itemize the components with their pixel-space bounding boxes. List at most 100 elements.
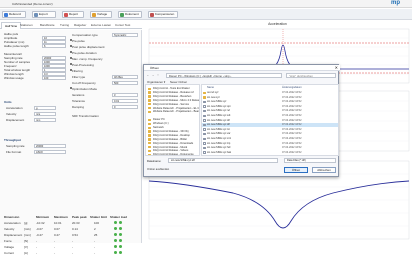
nav-item[interactable]: DAQ-Control - Tests Ext-Shaker — [148, 87, 190, 90]
option-checkbox[interactable] — [70, 45, 72, 48]
option-input[interactable]: 0.01 — [112, 98, 138, 103]
option-checkbox[interactable] — [70, 51, 72, 54]
file-row[interactable]: sin.new.SINE.xyz.bak 07.04.2022 16:52 — [202, 150, 338, 155]
nav-item[interactable]: DAQ-Control Release - Bilder — [148, 138, 187, 141]
forward-icon[interactable]: → — [151, 73, 155, 78]
tab-3[interactable]: Tuning — [57, 22, 72, 29]
nav-item[interactable]: Windows (C:) — [148, 122, 169, 125]
limits-row-max: - — [54, 239, 55, 243]
file-row[interactable]: sin.new.SINE.xyz.xml 07.04.2022 16:52 — [202, 137, 338, 141]
open-button[interactable]: Öffnen — [284, 167, 308, 173]
param-input[interactable]: 6 — [42, 43, 66, 48]
file-row[interactable]: sin.new.SINE.xyz.opt 07.04.2022 16:52 — [202, 105, 338, 109]
option-checkbox[interactable] — [70, 39, 72, 42]
file-row[interactable]: sin.new.SINE.xyz.sdt 07.04.2022 16:52 — [202, 114, 338, 118]
toolbar-button-4[interactable]: Dokument — [118, 11, 142, 18]
file-row[interactable]: sin.new.SINE.xyz.var 07.04.2022 16:52 — [202, 132, 338, 136]
nav-item[interactable]: DAQ-Control Release - Videos — [148, 149, 188, 152]
option-checkbox[interactable] — [70, 63, 72, 66]
throughput-input[interactable]: 20000 — [34, 143, 66, 148]
displacement-curve — [148, 180, 410, 229]
nav-item[interactable]: DAQ-Control Release - Downloads — [148, 142, 193, 145]
nav-item[interactable]: DAQ-Control Release - Bestehen — [148, 95, 191, 98]
toolbar-button-label: Referenz — [9, 12, 22, 16]
folder-icon — [203, 91, 206, 95]
column-name-header[interactable]: Name — [207, 86, 214, 89]
nav-item[interactable]: DAQ-Control Release - Dokumente — [148, 153, 194, 155]
file-list[interactable]: Name Änderungsdatum out.ref.xyz 07.04.202… — [201, 84, 339, 156]
toolbar-button-2[interactable]: Report — [62, 11, 84, 18]
unit-select[interactable]: mm — [34, 117, 56, 122]
file-name: sin.new.SINE.xyz.tdf — [207, 118, 230, 122]
limits-row-pp: - — [72, 245, 73, 249]
parameter-panel: Halbe puls Amplitude 10 Pulsdauer (ms) 11 Hal… — [0, 30, 142, 255]
option-checkbox[interactable] — [70, 69, 72, 72]
file-name: sin.new.SINE.xyz.xml — [207, 137, 231, 140]
file-row[interactable]: sin.new.SINE.xyz.tdf 07.04.2022 16:52 — [202, 123, 338, 127]
title-bar: CAM Extended (Demo-Lizenz) mp — [0, 0, 412, 8]
option-input[interactable]: Symmetric — [112, 32, 138, 37]
nav-item[interactable]: DAQ-Control Release - Desktop — [148, 134, 190, 137]
file-date: 07.04.2022 16:52 — [282, 150, 302, 154]
tab-6[interactable]: Cursor Test — [112, 22, 133, 29]
option-checkbox[interactable] — [70, 87, 72, 90]
unit-select[interactable]: g — [34, 105, 56, 110]
close-icon[interactable]: ✕ — [335, 65, 338, 71]
search-input[interactable]: "sinp" durchsuchen — [286, 73, 336, 78]
column-date-header[interactable]: Änderungsdatum — [282, 86, 302, 89]
tab-2[interactable]: Bandbreite — [37, 22, 58, 29]
option-label: Compensation type — [72, 33, 98, 37]
file-row[interactable]: out.ref.xyz 07.04.2022 16:52 — [202, 91, 338, 95]
toolbar-button-1[interactable]: Export — [32, 11, 56, 18]
option-label: Max. comp. Frequency — [72, 57, 103, 61]
address-bar[interactable]: Dieser PC › Windows (C:) › ExpHF › Demo … — [166, 73, 282, 78]
option-input[interactable]: 4th Bes — [112, 74, 138, 79]
file-row[interactable]: sin.new.SINE.xyz.tdf 07.04.2022 16:52 — [202, 118, 338, 123]
filetype-select[interactable]: Data Files (*.tdf) — [284, 158, 336, 163]
file-name: sin.new.SINE.xyz.hdr — [207, 146, 231, 150]
navigation-pane[interactable]: DAQ-Control - Tests Ext-Shaker DAQ-Contro… — [145, 84, 200, 156]
param-input[interactable]: 100 — [42, 75, 66, 80]
tab-4[interactable]: Ratgeber — [71, 22, 89, 29]
file-row[interactable]: sin.new.SINE.xyz.ref 07.04.2022 16:52 — [202, 109, 338, 113]
toolbar-button-0[interactable]: Referenz — [2, 11, 26, 18]
file-row[interactable]: sin.new.SINE.xyz.txt 07.04.2022 16:52 — [202, 128, 338, 132]
limits-row-name: Displacement — [4, 233, 23, 237]
nav-item[interactable]: Netzwerk — [148, 126, 164, 129]
unit-label: Acceleration — [6, 106, 23, 110]
nav-item[interactable]: DAQ-Control Release - Service — [148, 103, 189, 106]
option-input[interactable]: 500 — [112, 80, 138, 85]
back-icon[interactable]: ← — [146, 73, 150, 78]
option-checkbox[interactable] — [70, 57, 72, 60]
cancel-button[interactable]: Abbrechen — [312, 167, 336, 173]
throughput-section-title: Throughput — [4, 138, 21, 142]
nav-item[interactable]: DAQ-Control Release - Release ref — [148, 91, 194, 94]
file-icon — [203, 110, 206, 113]
tab-5[interactable]: Externe Lasten — [88, 22, 114, 29]
file-icon — [203, 114, 206, 118]
file-row[interactable]: sin.new.SINE.xyz.hdr 07.04.2022 16:52 — [202, 146, 338, 150]
nav-item[interactable]: Website Relaunch - Projektseiten - Bearb… — [148, 110, 199, 113]
file-row[interactable]: sin.new.SINE.xyz.zip 07.04.2022 16:52 — [202, 142, 338, 146]
limits-row-name: Velocity — [4, 227, 15, 231]
sdof-label[interactable]: SDF Transformation — [72, 114, 99, 118]
up-icon[interactable]: ↑ — [156, 73, 160, 78]
option-input[interactable]: 0 — [112, 104, 138, 109]
file-row[interactable]: sin.new.xyz 07.04.2022 16:52 — [202, 96, 338, 100]
limits-row-name: Acceleration — [4, 221, 21, 225]
throughput-input[interactable]: ASCII — [34, 149, 66, 154]
nav-item[interactable]: DAQ-Control Release - 3D Obj — [148, 130, 188, 133]
file-row[interactable]: sin.new.SINE.xyz 07.04.2022 16:52 — [202, 100, 338, 104]
toolbar-button-5[interactable]: Kompensieren — [148, 11, 178, 18]
toolbar-button-3[interactable]: Vorlage — [90, 11, 112, 18]
nav-item[interactable]: Dieser PC — [148, 118, 165, 121]
tab-1[interactable]: Stationen — [17, 22, 36, 29]
hide-folders-toggle[interactable]: Ordner ausblenden — [147, 168, 169, 171]
filename-input[interactable]: sin.new.SINE.xyz.tdf — [168, 158, 278, 163]
option-label: Filtering — [72, 69, 83, 73]
unit-select[interactable]: m/s — [34, 111, 56, 116]
toolbar-icon — [120, 13, 124, 17]
limits-row-pp: - — [72, 251, 73, 255]
nav-item[interactable]: DAQ-Control Release - Micro 4.3 Release — [148, 99, 199, 102]
option-input[interactable]: 3 — [112, 92, 138, 97]
